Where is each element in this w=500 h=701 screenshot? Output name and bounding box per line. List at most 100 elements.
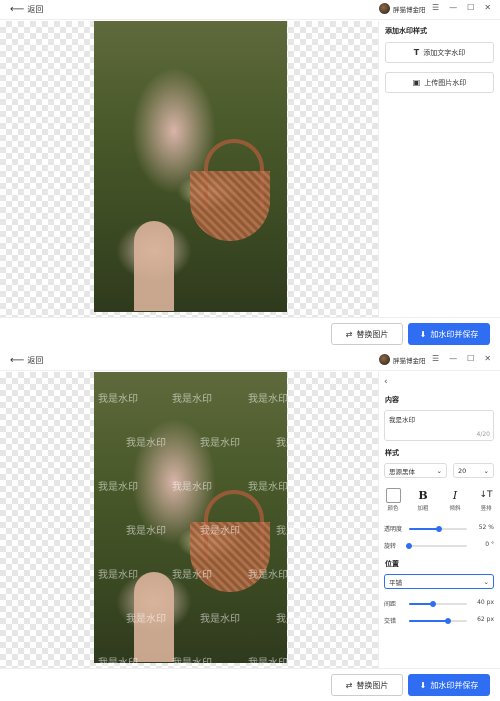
footer-bar: ⇄ 替换图片 ⬇ 加水印并保存 [0,668,500,701]
back-label: 返回 [27,5,44,14]
basket-shape [190,171,270,241]
bold-icon: B [418,489,428,502]
vertical-label: 竖排 [480,506,492,512]
opacity-slider[interactable] [409,526,467,532]
save-with-watermark-label: 加水印并保存 [430,329,479,339]
vertical-text-icon: ↓T [479,490,493,500]
save-with-watermark-button[interactable]: ⬇ 加水印并保存 [408,323,490,345]
font-value: 思源黑体 [389,467,415,476]
watermark-text-tile: 我是水印 [98,570,138,581]
swap-icon: ⇄ [345,329,353,339]
spacing-knob[interactable] [430,601,437,607]
color-picker[interactable]: 颜色 [384,488,402,512]
position-value: 平铺 [389,578,402,587]
italic-toggle[interactable]: I 倾斜 [446,488,464,512]
replace-image-label: 替换图片 [356,680,389,690]
back-button[interactable]: ⟵ 返回 [10,355,43,366]
opacity-label: 透明度 [384,526,403,533]
title-bar: ⟵ 返回 胖猫博金阳 ☰ — ☐ ✕ [0,0,500,20]
watermark-text-tile: 我是水印 [276,614,316,625]
font-size-value: 20 [458,466,467,475]
maximize-icon[interactable]: ☐ [467,354,474,363]
settings-sidebar [378,21,500,317]
font-select[interactable]: 思源黑体 ⌄ [384,463,447,478]
spacing-slider[interactable] [409,601,467,607]
add-text-watermark-label: 添加文字水印 [423,48,466,57]
rotation-slider-row: 旋转 0 ° [384,541,496,551]
back-arrow-icon: ⟵ [10,354,25,366]
user-profile[interactable]: 胖猫博金阳 [379,3,426,14]
italic-icon: I [452,489,458,502]
watermark-text-tile: 我是水印 [276,438,316,449]
add-text-watermark-button[interactable]: T 添加文字水印 [385,42,494,63]
back-button[interactable]: ⟵ 返回 [10,4,43,15]
close-icon[interactable]: ✕ [484,354,491,363]
close-icon[interactable]: ✕ [484,3,491,12]
rotation-slider[interactable] [406,543,467,549]
watermark-text-tile: 我是水印 [126,526,166,537]
line-spacing-label: 交错 [384,618,397,625]
user-profile[interactable]: 胖猫博金阳 [379,354,426,365]
chevron-down-icon: ⌄ [483,577,489,586]
opacity-slider-row: 透明度 52 % [384,524,496,534]
upload-image-watermark-button[interactable]: ▣ 上传图片水印 [385,72,494,93]
avatar [379,354,390,365]
image-icon: ▣ [412,78,421,87]
rotation-knob[interactable] [406,543,412,549]
photo-leg-shape [134,221,174,311]
position-select[interactable]: 平铺 ⌄ [384,574,494,589]
watermark-text-tile: 我是水印 [98,482,138,493]
bold-label: 加粗 [417,506,429,512]
font-size-select[interactable]: 20 ⌄ [453,463,494,478]
char-count: 4/20 [476,431,490,438]
image-canvas: 我是水印 我是水印 我是水印 我是水印 我是水印 我是水印 我是水印 我是水印 我是水印 我是水印… [0,372,378,668]
line-spacing-knob[interactable] [445,618,452,624]
replace-image-button[interactable]: ⇄ 替换图片 [331,323,403,345]
spacing-slider-row: 间距 40 px [384,599,496,609]
maximize-icon[interactable]: ☐ [467,3,474,12]
minimize-icon[interactable]: — [449,3,457,12]
chevron-down-icon: ⌄ [483,466,489,475]
line-spacing-slider[interactable] [409,618,467,624]
color-label: 颜色 [387,506,399,512]
app-window-editing: ⟵ 返回 胖猫博金阳 ☰ — ☐ ✕ 我是水印 我是水印 我是水印 我是水印 我是水印我… [0,351,500,701]
opacity-value: 52 % [478,524,494,531]
line-spacing-fill [409,620,449,622]
watermark-text-tile: 我是水印 [172,482,212,493]
watermark-text-input[interactable]: 我是水印 4/20 [384,410,494,441]
hamburger-icon[interactable]: ☰ [432,354,439,363]
vertical-toggle[interactable]: ↓T 竖排 [477,488,495,512]
title-bar: ⟵ 返回 胖猫博金阳 ☰ — ☐ ✕ [0,351,500,371]
chevron-down-icon: ⌄ [436,466,442,475]
color-swatch [385,488,401,503]
bold-toggle[interactable]: B 加粗 [414,488,432,512]
save-with-watermark-label: 加水印并保存 [430,680,479,690]
spacing-label: 间距 [384,601,397,608]
download-icon: ⬇ [419,680,427,690]
panel-back-chevron-icon[interactable]: ‹ [384,377,388,387]
back-label: 返回 [27,356,44,365]
watermark-text-tile: 我是水印 [172,570,212,581]
replace-image-button[interactable]: ⇄ 替换图片 [331,674,403,696]
watermark-text-tile: 我是水印 [200,526,240,537]
spacing-value: 40 px [477,599,494,606]
watermark-text-tile: 我是水印 [248,570,288,581]
opacity-knob[interactable] [436,526,443,532]
download-icon: ⬇ [419,329,427,339]
style-heading: 样式 [385,449,399,457]
watermark-text-tile: 我是水印 [248,394,288,405]
replace-image-label: 替换图片 [356,329,389,339]
app-window-initial: ⟵ 返回 胖猫博金阳 ☰ — ☐ ✕ 添加水印样式 T 添加文字水印 ▣ 上传图… [0,0,500,351]
photo-preview [94,372,287,663]
watermark-text-tile: 我是水印 [248,658,288,668]
upload-image-watermark-label: 上传图片水印 [424,78,467,87]
watermark-text-tile: 我是水印 [276,526,316,537]
footer-bar: ⇄ 替换图片 ⬇ 加水印并保存 [0,317,500,351]
hamburger-icon[interactable]: ☰ [432,3,439,12]
watermark-text-tile: 我是水印 [126,438,166,449]
back-arrow-icon: ⟵ [10,3,25,15]
minimize-icon[interactable]: — [449,354,457,363]
save-with-watermark-button[interactable]: ⬇ 加水印并保存 [408,674,490,696]
watermark-text-tile: 我是水印 [200,614,240,625]
avatar [379,3,390,14]
